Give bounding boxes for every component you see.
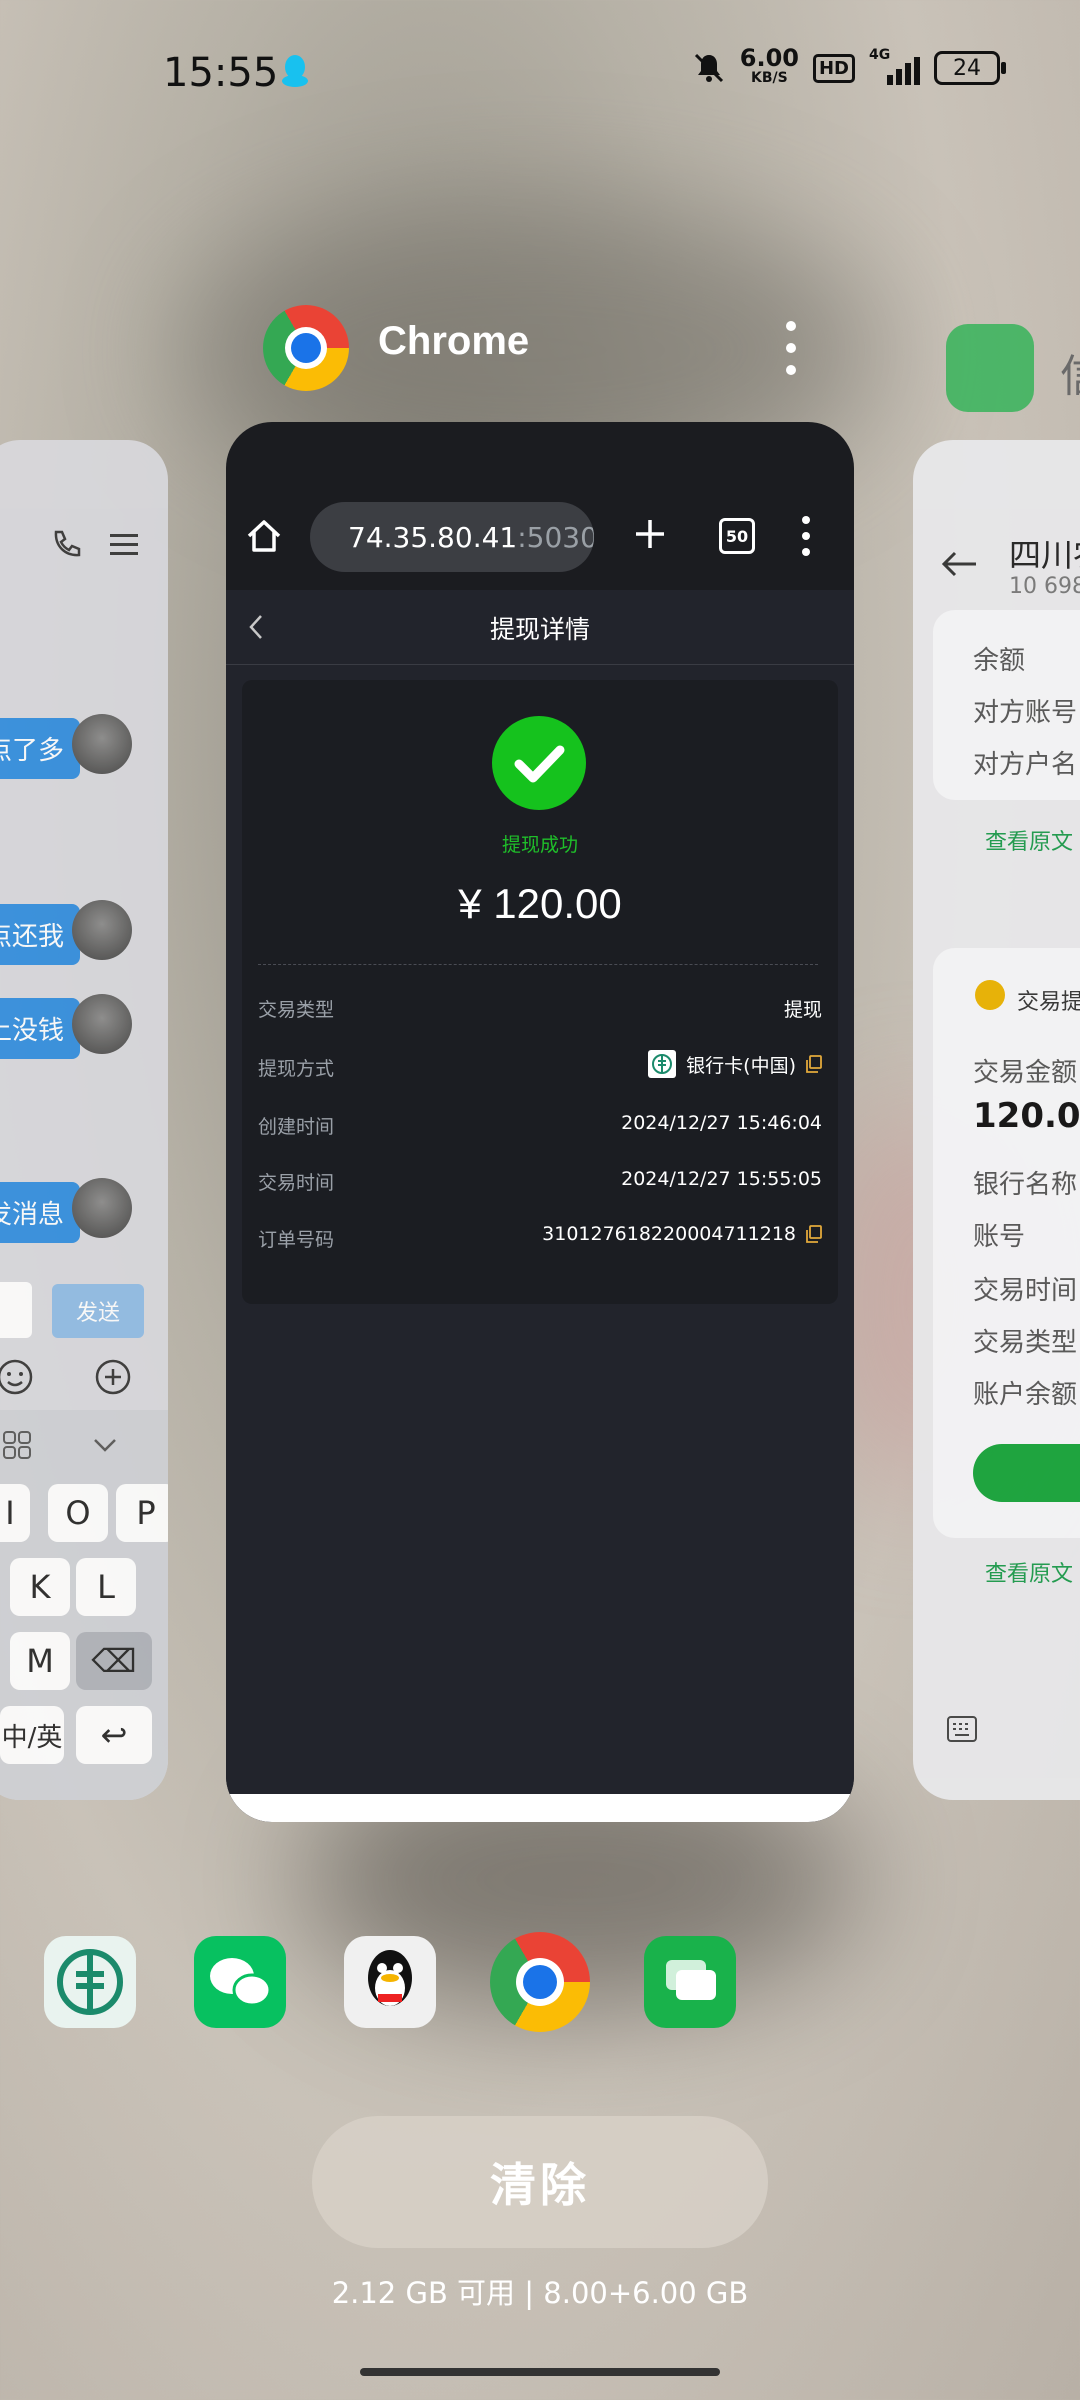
avatar <box>72 900 132 960</box>
message-input[interactable] <box>0 1282 32 1338</box>
recent-app-card-chrome[interactable]: 74.35.80.41:5030 50 提现详情 提现成功 ¥ 120.00 交… <box>226 422 854 1822</box>
web-page: 提现详情 提现成功 ¥ 120.00 交易类型 提现 提现方式 银行卡(中国) … <box>226 590 854 1822</box>
key-k[interactable]: K <box>10 1558 70 1616</box>
card-bottom-bar <box>226 1794 854 1822</box>
tab-switcher-button[interactable]: 50 <box>719 518 755 554</box>
send-button[interactable]: 发送 <box>52 1284 144 1338</box>
field-label: 账户余额 <box>973 1380 1078 1410</box>
emoji-icon[interactable] <box>0 1358 34 1396</box>
signal-icon: 4G <box>869 47 920 85</box>
status-icons: 6.00 KB/S HD 4G 24 <box>692 44 1006 88</box>
memory-info: 2.12 GB 可用 | 8.00+6.00 GB <box>331 2276 749 2310</box>
address-bar[interactable]: 74.35.80.41:5030 <box>310 502 594 572</box>
copy-icon[interactable] <box>806 1225 822 1243</box>
plus-circle-icon[interactable] <box>94 1358 132 1396</box>
row-value-method: 银行卡(中国) <box>648 1050 822 1078</box>
avatar <box>72 994 132 1054</box>
withdrawal-detail-card: 提现成功 ¥ 120.00 交易类型 提现 提现方式 银行卡(中国) 创建时间 … <box>242 680 838 1304</box>
keyboard-grid-icon[interactable] <box>2 1430 32 1460</box>
row-label-type: 交易类型 <box>258 999 335 1021</box>
url-host: 74.35.80.41 <box>348 520 518 554</box>
backspace-key[interactable]: ⌫ <box>76 1632 152 1690</box>
keyboard-icon[interactable] <box>947 1716 977 1742</box>
mute-icon <box>694 53 723 83</box>
key-p[interactable]: P <box>116 1484 168 1542</box>
new-tab-icon[interactable] <box>632 516 668 552</box>
field-label: 交易金额 <box>973 1058 1078 1088</box>
card-options-icon[interactable] <box>781 321 801 375</box>
chat-bubble: 发消息 <box>0 1182 81 1243</box>
key-l[interactable]: L <box>76 1558 136 1616</box>
menu-icon <box>110 534 138 555</box>
language-switch-key[interactable]: 中/英 <box>0 1706 64 1764</box>
battery-icon: 24 <box>934 51 1006 85</box>
row-label-method: 提现方式 <box>258 1058 335 1080</box>
messages-app-icon <box>946 324 1034 412</box>
view-original-link[interactable]: 查看原文 <box>985 1556 1073 1588</box>
messages-app-icon[interactable] <box>644 1936 736 2028</box>
browser-menu-icon[interactable] <box>802 516 812 556</box>
field-label: 交易时间 <box>973 1276 1078 1306</box>
contact-number: 10 698 <box>1009 574 1080 599</box>
row-label-transaction-time: 交易时间 <box>258 1172 335 1194</box>
phone-icon <box>54 530 81 557</box>
chrome-card-header: Chrome <box>263 305 853 395</box>
chat-bubble: 点还我 <box>0 904 81 965</box>
qq-app-icon[interactable] <box>344 1936 436 2028</box>
page-header: 提现详情 <box>226 590 854 665</box>
status-text: 提现成功 <box>501 834 578 856</box>
recent-app-card-messages[interactable]: 四川农 10 698 余额 对方账号 对方户名 查看原文 交易提醒 交易金额 1… <box>913 440 1080 1800</box>
wechat-app-icon[interactable] <box>194 1936 286 2028</box>
abc-bank-app-icon[interactable] <box>44 1936 136 2028</box>
field-label: 账号 <box>973 1222 1026 1252</box>
chevron-down-icon[interactable] <box>92 1436 118 1454</box>
app-name: Chrome <box>378 319 530 363</box>
row-value-type: 提现 <box>783 999 822 1021</box>
messages-app-title: 信 <box>1060 340 1080 404</box>
copy-icon[interactable] <box>806 1055 822 1073</box>
chat-bubble: 点了多 <box>0 718 81 779</box>
back-arrow-icon[interactable] <box>941 550 977 578</box>
contact-name: 四川农 <box>1009 536 1080 574</box>
field-label: 余额 <box>973 646 1026 676</box>
key-i[interactable]: I <box>0 1484 30 1542</box>
home-indicator[interactable] <box>360 2368 720 2376</box>
success-icon <box>492 716 586 810</box>
chrome-icon <box>263 305 349 391</box>
section-title: 交易提醒 <box>1017 990 1080 1015</box>
field-label: 银行名称 <box>973 1170 1078 1200</box>
row-value-created: 2024/12/27 15:46:04 <box>621 1112 822 1134</box>
row-value-transaction-time: 2024/12/27 15:55:05 <box>621 1168 822 1190</box>
status-bar: 15:55 6.00 KB/S HD 4G 24 <box>0 0 1080 140</box>
page-title: 提现详情 <box>489 615 590 644</box>
divider <box>258 964 818 965</box>
chat-bubble: 上没钱 <box>0 998 81 1059</box>
clear-all-button[interactable]: 清除 <box>312 2116 768 2248</box>
chrome-app-icon[interactable] <box>490 1932 590 2032</box>
home-icon[interactable] <box>244 516 284 556</box>
field-label: 对方账号 <box>973 698 1078 728</box>
row-label-order-number: 订单号码 <box>258 1229 335 1251</box>
field-label: 交易类型 <box>973 1328 1078 1358</box>
hd-icon: HD <box>812 53 855 83</box>
enter-key[interactable]: ↩ <box>76 1706 152 1764</box>
status-time: 15:55 <box>163 50 279 96</box>
avatar <box>72 714 132 774</box>
key-o[interactable]: O <box>48 1484 108 1542</box>
bank-logo-icon <box>648 1050 677 1078</box>
row-value-order-number: 310127618220004711218 <box>542 1223 822 1245</box>
recent-app-card-chat[interactable]: 点了多 点还我 上没钱 发消息 发送 I O P K L M ⌫ 中/英 ↩ <box>0 440 168 1800</box>
key-m[interactable]: M <box>10 1632 70 1690</box>
url-port: :5030 <box>517 520 594 554</box>
amount-value: 120.00元 <box>973 1096 1080 1136</box>
row-label-created: 创建时间 <box>258 1116 335 1138</box>
view-original-link[interactable]: 查看原文 <box>985 824 1073 856</box>
action-button[interactable] <box>973 1444 1080 1502</box>
qq-notification-icon <box>282 55 308 87</box>
avatar <box>72 1178 132 1238</box>
bank-badge-icon <box>975 980 1005 1010</box>
field-label: 对方户名 <box>973 750 1078 780</box>
withdrawal-amount: ¥ 120.00 <box>458 880 622 927</box>
network-rate: 6.00 KB/S <box>739 44 799 86</box>
